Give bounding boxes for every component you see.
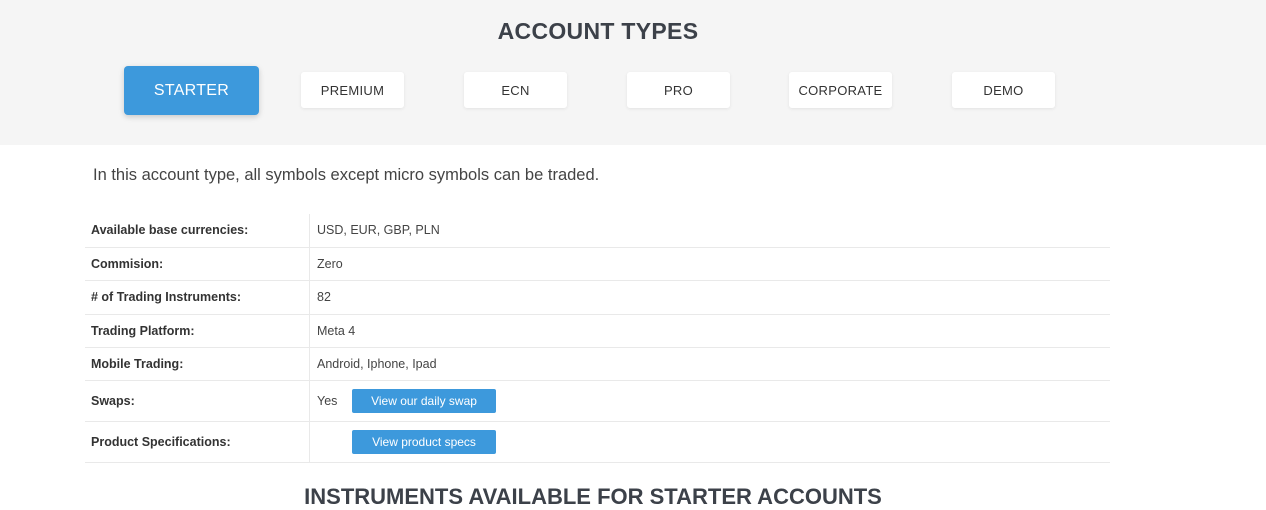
instruments-section-heading: INSTRUMENTS AVAILABLE FOR STARTER ACCOUN… [304, 484, 882, 509]
view-product-specs-button[interactable]: View product specs [352, 429, 496, 454]
account-specs-table: Available base currencies: USD, EUR, GBP… [85, 214, 1110, 463]
table-row: Product Specifications: View product spe… [85, 421, 1110, 463]
spec-label: Product Specifications: [85, 421, 310, 463]
spec-value: 82 [309, 280, 1110, 315]
spec-label: # of Trading Instruments: [85, 280, 310, 315]
tab-premium[interactable]: PREMIUM [301, 72, 404, 108]
page-title: ACCOUNT TYPES [497, 18, 699, 44]
spec-value: Meta 4 [309, 314, 1110, 348]
table-row: # of Trading Instruments: 82 [85, 280, 1110, 315]
table-row: Commision: Zero [85, 247, 1110, 281]
spec-label: Swaps: [85, 380, 310, 422]
spec-value: Zero [309, 247, 1110, 281]
table-row: Swaps: Yes View our daily swap [85, 380, 1110, 422]
table-row: Mobile Trading: Android, Iphone, Ipad [85, 347, 1110, 381]
spec-value-cell: View product specs [309, 421, 1110, 463]
view-daily-swap-button[interactable]: View our daily swap [352, 388, 496, 413]
tab-ecn[interactable]: ECN [464, 72, 567, 108]
spec-value: Android, Iphone, Ipad [309, 347, 1110, 381]
spec-value: USD, EUR, GBP, PLN [309, 214, 1110, 248]
swaps-value: Yes [317, 393, 338, 408]
spec-label: Mobile Trading: [85, 347, 310, 381]
spec-label: Available base currencies: [85, 214, 310, 248]
tab-demo[interactable]: DEMO [952, 72, 1055, 108]
account-description: In this account type, all symbols except… [93, 166, 600, 184]
tab-corporate[interactable]: CORPORATE [789, 72, 892, 108]
spec-label: Trading Platform: [85, 314, 310, 348]
spec-value-cell: Yes View our daily swap [309, 380, 1110, 422]
spec-label: Commision: [85, 247, 310, 281]
table-row: Available base currencies: USD, EUR, GBP… [85, 214, 1110, 248]
table-row: Trading Platform: Meta 4 [85, 314, 1110, 348]
tab-starter[interactable]: STARTER [124, 66, 259, 115]
tab-pro[interactable]: PRO [627, 72, 730, 108]
